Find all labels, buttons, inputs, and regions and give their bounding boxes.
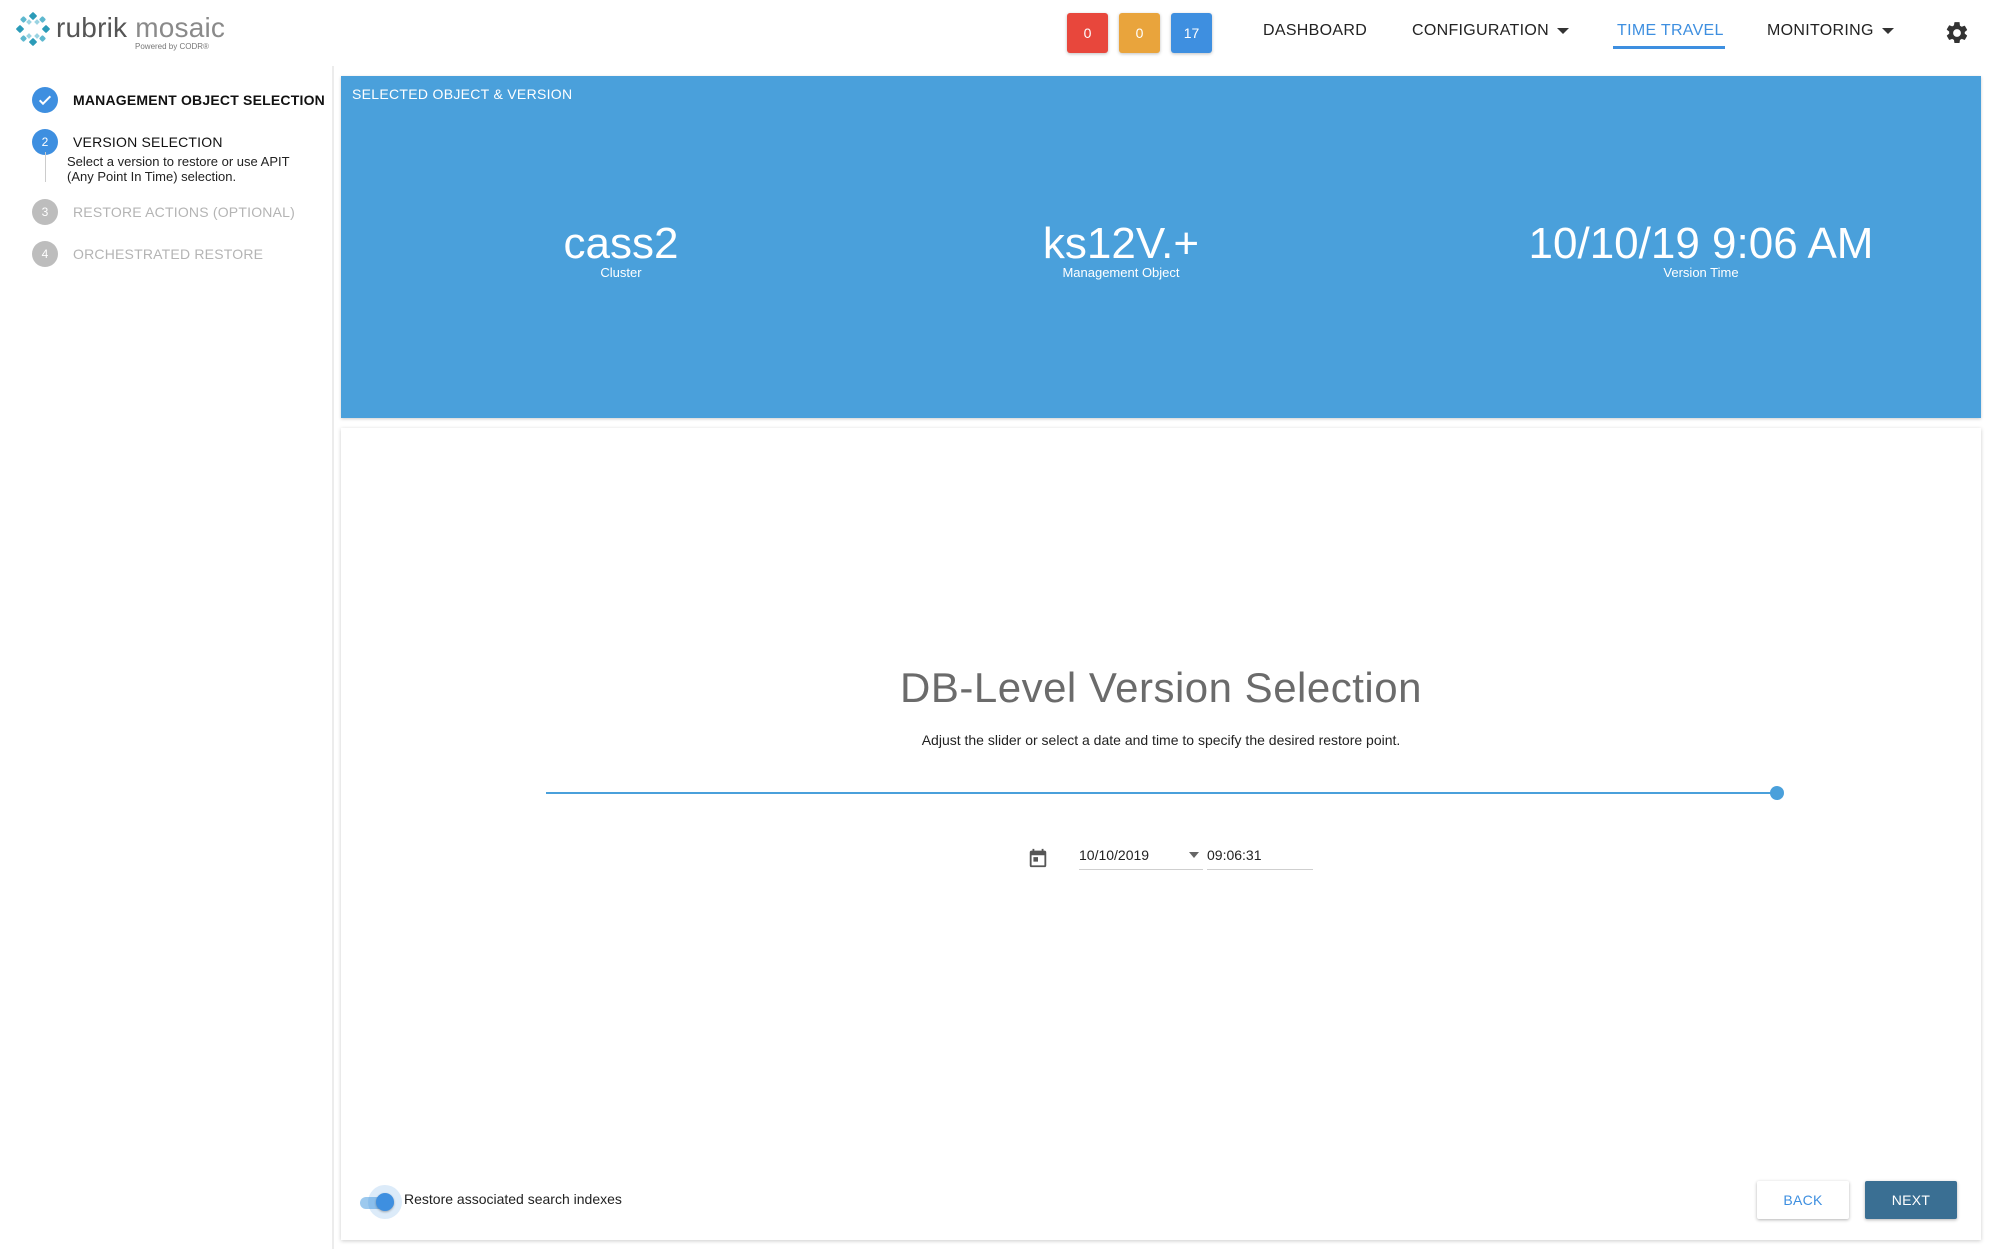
next-button[interactable]: NEXT [1865, 1181, 1957, 1219]
step-description: Select a version to restore or use APIT … [67, 154, 290, 184]
date-input[interactable] [1079, 846, 1179, 863]
back-button[interactable]: BACK [1757, 1181, 1849, 1219]
toggle-label: Restore associated search indexes [404, 1191, 622, 1207]
logo-primary: rubrik [56, 12, 128, 43]
step-version-selection[interactable]: 2 VERSION SELECTION [32, 129, 223, 155]
cluster-value: cass2 [563, 219, 679, 268]
management-object-summary: ks12V.+ Management Object [1001, 220, 1241, 280]
rubrik-mosaic-logo[interactable]: rubrik mosaic Powered by CODR® [16, 10, 236, 56]
chevron-down-icon[interactable] [1189, 852, 1199, 858]
calendar-icon[interactable] [1027, 847, 1049, 869]
logo-tagline: Powered by CODR® [135, 42, 209, 51]
step-1-complete [32, 87, 58, 113]
version-selection-title: DB-Level Version Selection [900, 664, 1422, 711]
step-restore-actions: 3 RESTORE ACTIONS (OPTIONAL) [32, 199, 295, 225]
slider-handle[interactable] [1770, 786, 1784, 800]
version-time-label: Version Time [1663, 265, 1739, 280]
checkmark-icon [38, 95, 52, 106]
sidebar-divider [332, 66, 334, 1249]
nav-monitoring-label: MONITORING [1767, 22, 1874, 39]
rubrik-logo-icon [16, 12, 50, 46]
management-object-value: ks12V.+ [1042, 219, 1200, 268]
step-label: MANAGEMENT OBJECT SELECTION [73, 92, 325, 108]
nav-monitoring[interactable]: MONITORING [1767, 22, 1894, 40]
warning-alerts-badge[interactable]: 0 [1119, 13, 1160, 53]
selected-object-panel: SELECTED OBJECT & VERSION cass2 Cluster … [341, 76, 1981, 418]
management-object-label: Management Object [1062, 265, 1180, 280]
step-management-object-selection[interactable]: MANAGEMENT OBJECT SELECTION [32, 87, 325, 113]
cluster-summary: cass2 Cluster [521, 220, 721, 280]
critical-alerts-badge[interactable]: 0 [1067, 13, 1108, 53]
nav-time-travel-label: TIME TRAVEL [1617, 22, 1724, 39]
time-input[interactable] [1207, 846, 1307, 863]
restore-point-slider[interactable] [546, 792, 1777, 794]
top-header: rubrik mosaic Powered by CODR® 0 0 17 DA… [0, 0, 1999, 66]
info-alerts-badge[interactable]: 17 [1171, 13, 1212, 53]
toggle-knob[interactable] [376, 1193, 394, 1211]
active-nav-indicator [1613, 46, 1725, 49]
logo-secondary: mosaic [135, 12, 226, 43]
nav-dashboard[interactable]: DASHBOARD [1263, 22, 1367, 40]
restore-search-indexes-toggle[interactable] [360, 1185, 402, 1219]
version-time-summary: 10/10/19 9:06 AM Version Time [1511, 220, 1891, 280]
panel-title: SELECTED OBJECT & VERSION [352, 86, 573, 102]
logo-wordmark: rubrik mosaic [56, 12, 225, 44]
time-picker[interactable] [1207, 840, 1313, 870]
cluster-label: Cluster [600, 265, 642, 280]
step-label: VERSION SELECTION [73, 134, 223, 150]
gear-icon[interactable] [1944, 20, 1970, 46]
chevron-down-icon [1881, 28, 1894, 34]
version-selection-card: DB-Level Version Selection Adjust the sl… [341, 428, 1981, 1240]
nav-dashboard-label: DASHBOARD [1263, 22, 1368, 39]
step-label: RESTORE ACTIONS (OPTIONAL) [73, 204, 295, 220]
step-label: ORCHESTRATED RESTORE [73, 246, 264, 262]
version-selection-subtitle: Adjust the slider or select a date and t… [921, 732, 1401, 748]
step-number: 3 [32, 199, 58, 225]
step-number: 4 [32, 241, 58, 267]
nav-configuration[interactable]: CONFIGURATION [1412, 22, 1569, 40]
date-picker[interactable] [1079, 840, 1203, 870]
step-orchestrated-restore: 4 ORCHESTRATED RESTORE [32, 241, 263, 267]
chevron-down-icon [1556, 28, 1569, 34]
version-time-value: 10/10/19 9:06 AM [1528, 219, 1874, 268]
nav-time-travel[interactable]: TIME TRAVEL [1617, 22, 1724, 40]
nav-configuration-label: CONFIGURATION [1412, 22, 1549, 39]
step-connector [45, 152, 46, 182]
